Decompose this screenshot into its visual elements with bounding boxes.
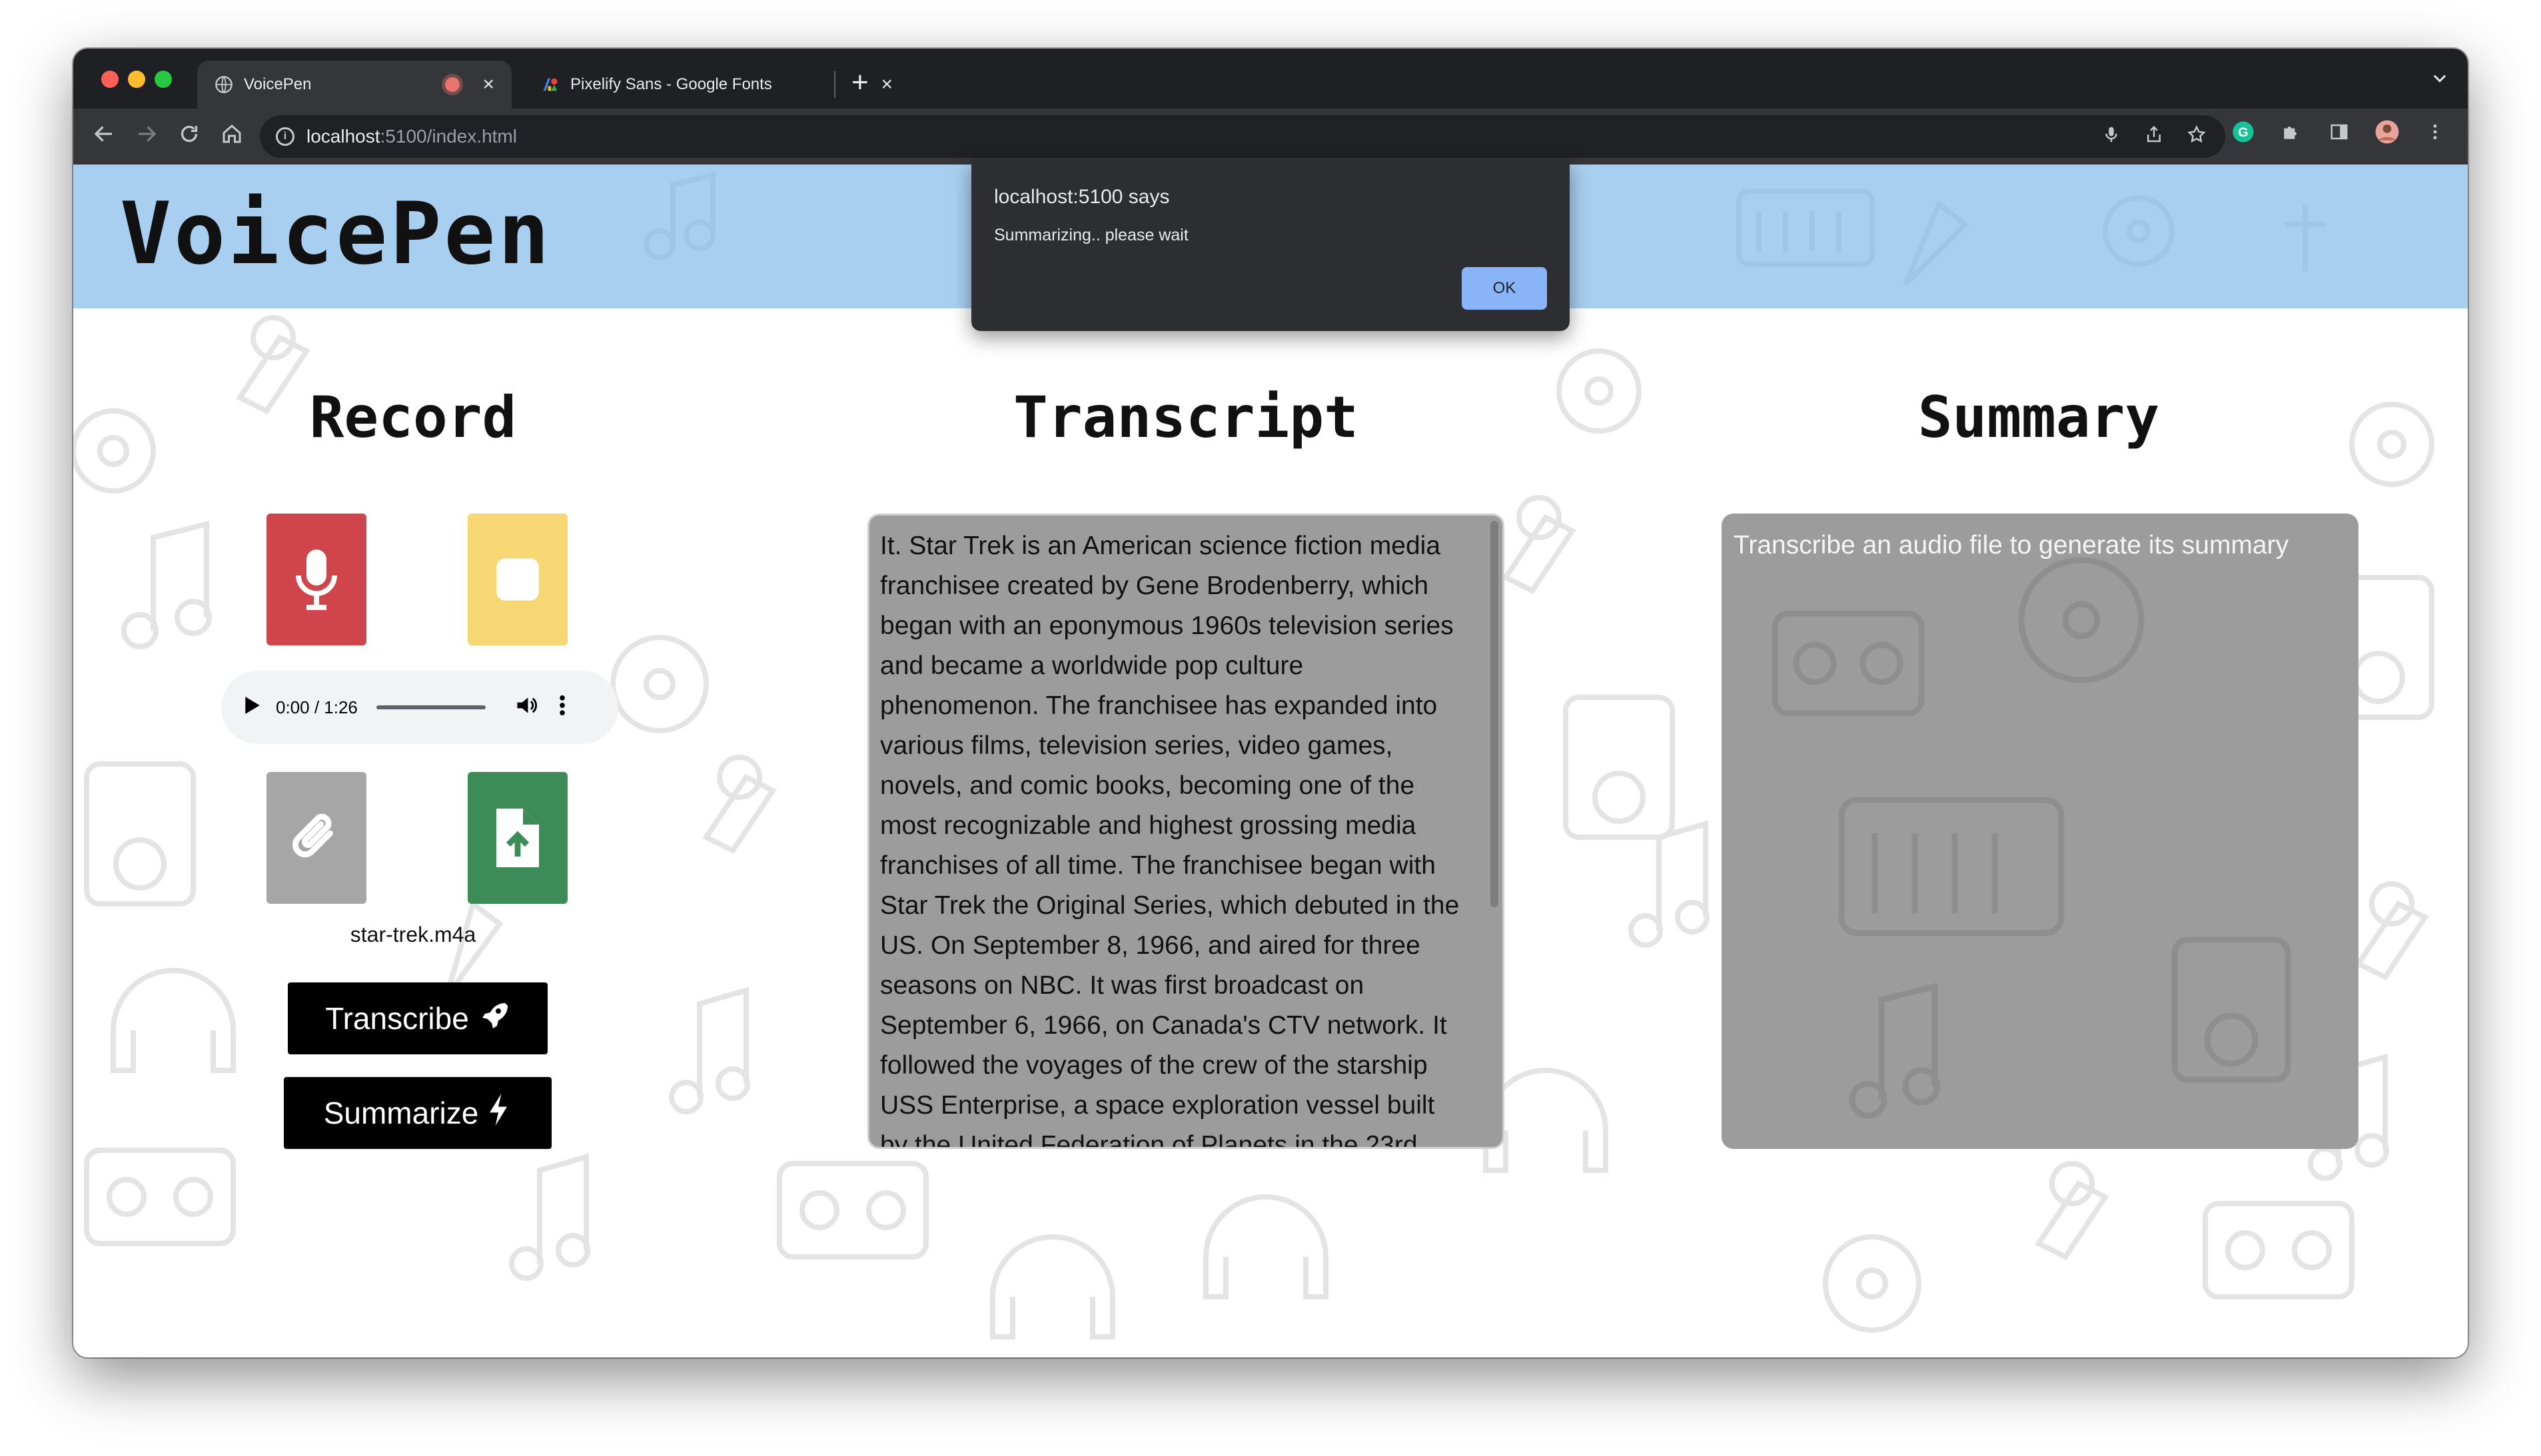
transcript-scrollbar[interactable] (1490, 521, 1498, 907)
dialog-title: localhost:5100 says (994, 186, 1170, 208)
reload-icon[interactable] (177, 122, 201, 153)
url-host: localhost (306, 126, 380, 147)
page-viewport: VoicePen Record 0:00 / 1:26 star-trek.m4… (73, 165, 2468, 1357)
dialog-message: Summarizing.. please wait (994, 226, 1189, 244)
stop-button[interactable] (468, 514, 568, 645)
selected-filename: star-trek.m4a (350, 922, 476, 946)
summary-doodles (1772, 557, 2291, 1119)
record-heading: Record (309, 384, 517, 451)
recording-indicator-icon (445, 77, 460, 92)
extensions-puzzle-icon[interactable] (2279, 119, 2304, 145)
summary-heading: Summary (1917, 384, 2160, 451)
audio-more-options-icon[interactable] (559, 695, 566, 721)
rocket-icon (478, 999, 510, 1038)
home-icon[interactable] (220, 122, 244, 153)
minimize-window-button[interactable] (128, 71, 145, 88)
bookmark-star-icon[interactable] (2187, 125, 2207, 150)
alert-dialog: localhost:5100 says Summarizing.. please… (971, 159, 1570, 331)
record-button[interactable] (266, 514, 366, 645)
tab-search-icon[interactable] (2430, 69, 2449, 92)
url-path: :5100/index.html (380, 126, 517, 147)
upload-file-button[interactable] (468, 772, 568, 904)
close-tab-icon[interactable]: × (482, 73, 494, 96)
back-icon[interactable] (92, 122, 116, 153)
summary-placeholder: Transcribe an audio file to generate its… (1734, 531, 2289, 559)
zoom-window-button[interactable] (155, 71, 172, 88)
audio-progress-slider[interactable] (376, 705, 486, 709)
tab-separator (834, 71, 835, 98)
close-tab-icon[interactable]: × (881, 73, 893, 96)
tab-bar: VoicePen × Pixelify Sans - Google Fonts … (73, 49, 2468, 109)
transcribe-label: Transcribe (325, 1001, 469, 1036)
audio-player[interactable]: 0:00 / 1:26 (221, 671, 618, 744)
omnibox-actions (2101, 125, 2207, 150)
transcript-heading: Transcript (1013, 384, 1358, 451)
stop-icon (496, 558, 539, 601)
summarize-label: Summarize (323, 1096, 479, 1130)
file-upload-icon (496, 809, 539, 867)
summarize-button[interactable]: Summarize (284, 1077, 552, 1149)
browser-window: VoicePen × Pixelify Sans - Google Fonts … (73, 49, 2468, 1357)
new-tab-button[interactable]: + (851, 65, 869, 101)
share-icon[interactable] (2144, 125, 2164, 150)
transcript-text: It. Star Trek is an American science fic… (880, 532, 1460, 1149)
microphone-icon[interactable] (2101, 125, 2121, 150)
summary-textarea[interactable]: Transcribe an audio file to generate its… (1722, 514, 2358, 1149)
browser-toolbar: i localhost:5100/index.html G (73, 109, 2468, 165)
audio-time: 0:00 / 1:26 (276, 697, 358, 717)
window-controls (101, 71, 172, 88)
tab-title: VoicePen (244, 75, 312, 93)
browser-menu-icon[interactable] (2422, 119, 2448, 145)
transcript-textarea[interactable]: It. Star Trek is an American science fic… (867, 514, 1504, 1149)
close-window-button[interactable] (101, 71, 119, 88)
profile-avatar[interactable] (2374, 119, 2400, 145)
dialog-ok-button[interactable]: OK (1462, 267, 1547, 310)
microphone-icon (296, 549, 337, 610)
lightning-bolt-icon (485, 1092, 512, 1134)
side-panel-icon[interactable] (2326, 119, 2352, 145)
app-logo-title: VoicePen (120, 184, 552, 284)
play-icon[interactable] (244, 695, 261, 720)
grammarly-extension-icon[interactable]: G (2231, 119, 2256, 145)
address-bar[interactable]: i localhost:5100/index.html (260, 115, 2225, 158)
globe-icon (215, 75, 233, 94)
extensions-area: G (2231, 119, 2448, 145)
transcribe-button[interactable]: Transcribe (288, 982, 548, 1054)
paperclip-icon (292, 813, 333, 858)
forward-icon[interactable] (135, 122, 159, 153)
volume-icon[interactable] (515, 695, 539, 721)
site-info-icon[interactable]: i (276, 127, 294, 146)
attach-file-button[interactable] (266, 772, 366, 904)
google-fonts-icon (541, 75, 560, 94)
tab-voicepen[interactable]: VoicePen × (197, 61, 512, 109)
svg-text:G: G (2238, 125, 2248, 140)
